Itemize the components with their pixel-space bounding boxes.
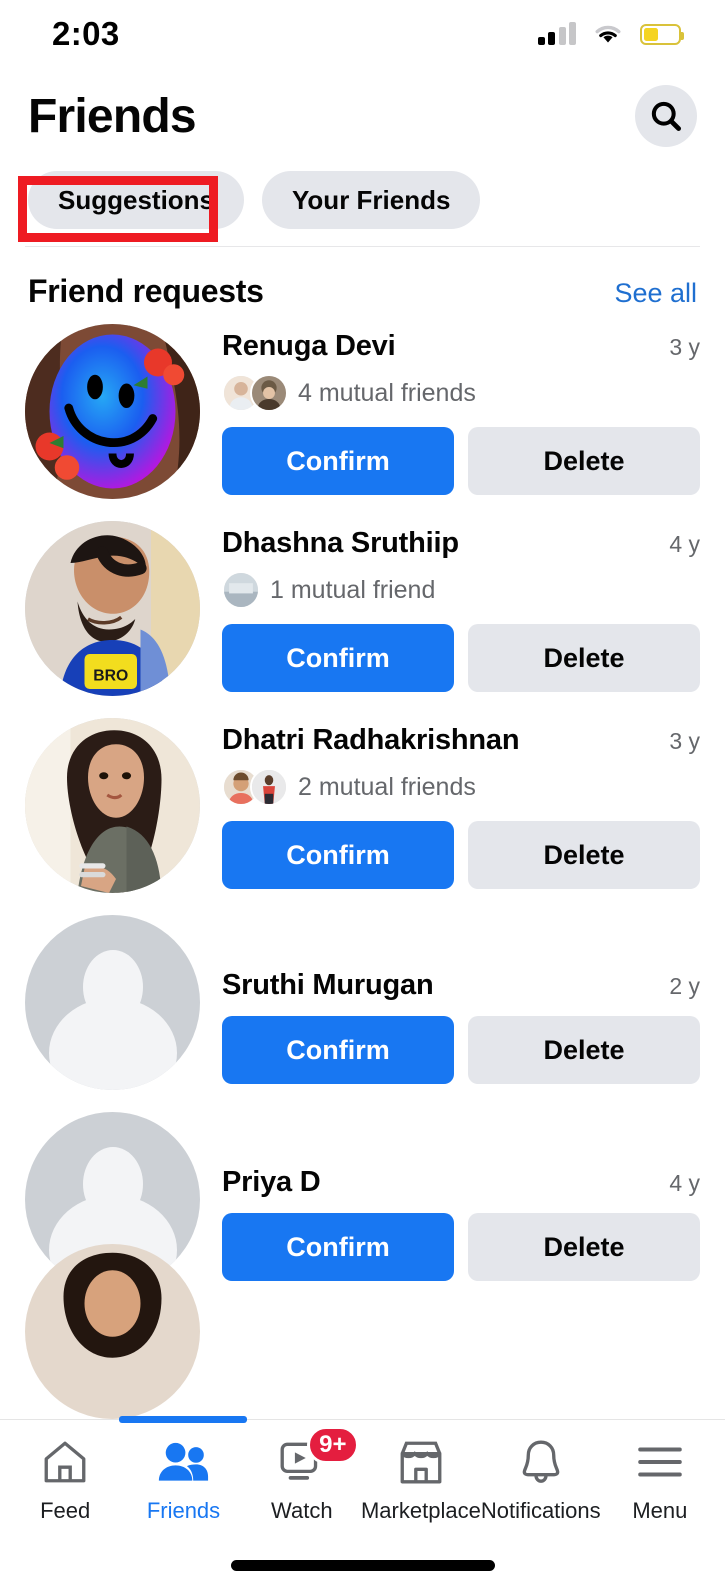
mutual-friend-avatars	[222, 571, 260, 609]
request-actions: Confirm Delete	[222, 1016, 700, 1084]
tab-your-friends[interactable]: Your Friends	[262, 171, 481, 229]
mutual-friends-text: 4 mutual friends	[298, 378, 476, 407]
request-details: Dhashna Sruthiip 4 y 1 mutual friend Con…	[222, 521, 700, 696]
avatar-sruthi-murugan[interactable]	[25, 915, 200, 1090]
mutual-friends-text: 2 mutual friends	[298, 772, 476, 801]
delete-button[interactable]: Delete	[468, 1016, 700, 1084]
delete-button[interactable]: Delete	[468, 821, 700, 889]
request-details: Priya D 4 y Confirm Delete	[222, 1112, 700, 1287]
request-name[interactable]: Sruthi Murugan	[222, 969, 434, 1002]
request-time: 4 y	[669, 1170, 700, 1196]
avatar-image: BRO	[25, 521, 200, 696]
request-actions: Confirm Delete	[222, 821, 700, 889]
bottom-navigation-bar: Feed Friends 9+ Watch Marketplace Notifi…	[0, 1416, 725, 1587]
page-header: Friends	[0, 68, 725, 150]
request-details: Renuga Devi 3 y 4 mutual friends Confirm…	[222, 324, 700, 499]
request-actions: Confirm Delete	[222, 427, 700, 495]
home-icon	[40, 1434, 90, 1490]
friend-requests-list: Renuga Devi 3 y 4 mutual friends Confirm…	[0, 324, 725, 1287]
nav-label: Marketplace	[360, 1498, 481, 1523]
nav-item-friends[interactable]: Friends	[119, 1416, 248, 1538]
avatar-dhashna-sruthiip[interactable]: BRO	[25, 521, 200, 696]
delete-button[interactable]: Delete	[468, 624, 700, 692]
watch-badge: 9+	[306, 1426, 359, 1464]
wifi-icon	[595, 25, 621, 43]
friends-icon	[157, 1434, 209, 1490]
request-time: 3 y	[669, 334, 700, 360]
request-time: 4 y	[669, 531, 700, 557]
mutual-friends: 1 mutual friend	[222, 570, 700, 610]
request-name[interactable]: Dhashna Sruthiip	[222, 527, 459, 560]
nav-item-notifications[interactable]: Notifications	[481, 1420, 601, 1538]
friend-requests-header: Friend requests See all	[0, 247, 725, 324]
request-actions: Confirm Delete	[222, 1213, 700, 1281]
mutual-avatar	[250, 768, 288, 806]
nav-label: Feed	[40, 1498, 91, 1523]
battery-icon	[640, 23, 684, 45]
request-details: Sruthi Murugan 2 y Confirm Delete	[222, 915, 700, 1090]
confirm-button[interactable]: Confirm	[222, 624, 454, 692]
nav-item-watch[interactable]: 9+ Watch	[243, 1420, 361, 1538]
avatar-renuga-devi[interactable]	[25, 324, 200, 499]
tab-suggestions[interactable]: Suggestions	[28, 171, 245, 229]
marketplace-icon	[396, 1434, 446, 1490]
avatar-dhatri-radhakrishnan[interactable]	[25, 718, 200, 893]
search-button[interactable]	[635, 85, 697, 147]
confirm-button[interactable]: Confirm	[222, 821, 454, 889]
home-indicator	[230, 1560, 495, 1571]
avatar-image	[25, 324, 200, 499]
request-actions: Confirm Delete	[222, 624, 700, 692]
nav-item-marketplace[interactable]: Marketplace	[361, 1420, 481, 1538]
mutual-friend-avatars	[222, 374, 288, 412]
nav-label: Watch	[271, 1498, 333, 1523]
active-tab-indicator	[119, 1416, 248, 1423]
avatar-image	[25, 718, 200, 893]
status-time: 2:03	[52, 15, 120, 52]
page-title: Friends	[28, 89, 197, 143]
section-title: Friend requests	[28, 273, 264, 309]
request-name[interactable]: Dhatri Radhakrishnan	[222, 724, 520, 757]
search-icon	[651, 101, 681, 131]
status-bar: 2:03	[0, 0, 725, 68]
confirm-button[interactable]: Confirm	[222, 1213, 454, 1281]
mutual-friends-text: 1 mutual friend	[270, 575, 436, 604]
confirm-button[interactable]: Confirm	[222, 427, 454, 495]
friend-request-row: BRO Dhashna Sruthiip 4 y 1 mutual friend…	[25, 521, 700, 696]
nav-item-menu[interactable]: Menu	[601, 1420, 719, 1538]
nav-label: Notifications	[480, 1498, 601, 1523]
request-time: 3 y	[669, 728, 700, 754]
mutual-avatar	[222, 571, 260, 609]
friend-request-row: Dhatri Radhakrishnan 3 y 2 mutual friend…	[25, 718, 700, 893]
nav-label: Friends	[146, 1498, 221, 1523]
friend-request-row: Sruthi Murugan 2 y Confirm Delete	[25, 915, 700, 1090]
cellular-signal-icon	[537, 22, 576, 45]
friend-request-row: Renuga Devi 3 y 4 mutual friends Confirm…	[25, 324, 700, 499]
see-all-link[interactable]: See all	[614, 278, 697, 309]
mutual-friends: 2 mutual friends	[222, 767, 700, 807]
delete-button[interactable]: Delete	[468, 1213, 700, 1281]
mutual-friend-avatars	[222, 768, 288, 806]
mutual-avatar	[250, 374, 288, 412]
nav-item-feed[interactable]: Feed	[6, 1420, 124, 1538]
nav-label: Menu	[632, 1498, 688, 1523]
request-details: Dhatri Radhakrishnan 3 y 2 mutual friend…	[222, 718, 700, 893]
watch-icon: 9+	[277, 1426, 359, 1490]
confirm-button[interactable]: Confirm	[222, 1016, 454, 1084]
delete-button[interactable]: Delete	[468, 427, 700, 495]
request-name[interactable]: Priya D	[222, 1166, 321, 1199]
tab-bar: Suggestions Your Friends	[0, 150, 725, 238]
hamburger-menu-icon	[635, 1434, 685, 1490]
request-time: 2 y	[669, 973, 700, 999]
status-indicators	[537, 22, 684, 45]
bell-icon	[518, 1434, 564, 1490]
mutual-friends: 4 mutual friends	[222, 373, 700, 413]
avatar-next-request-partial	[25, 1244, 200, 1419]
request-name[interactable]: Renuga Devi	[222, 330, 396, 363]
svg-text:BRO: BRO	[93, 667, 128, 684]
